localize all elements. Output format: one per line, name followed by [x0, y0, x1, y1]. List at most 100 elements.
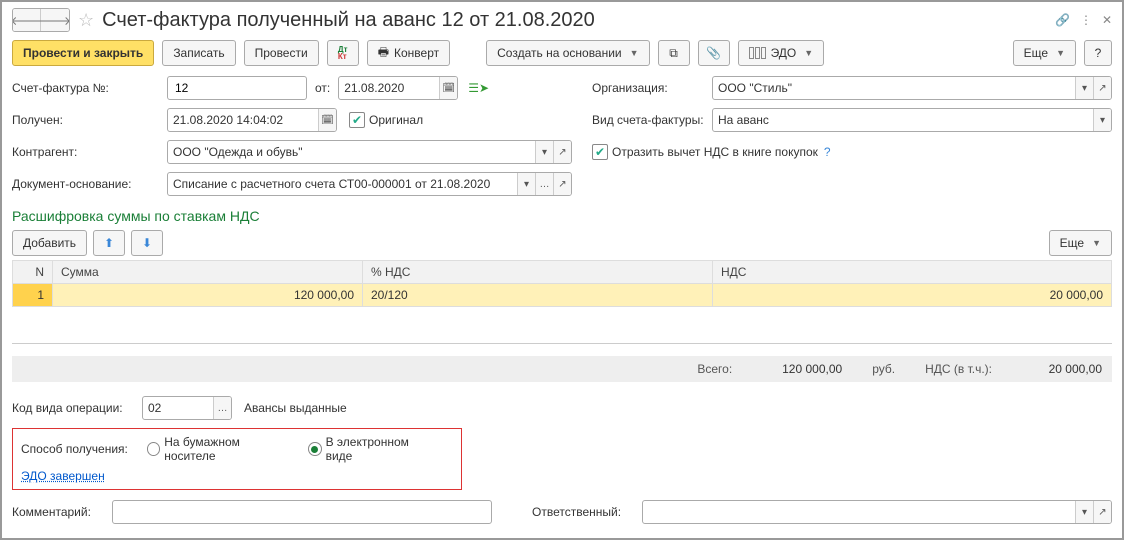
dt-kt-button[interactable]: ДтКт	[327, 40, 359, 66]
post-button[interactable]: Провести	[244, 40, 319, 66]
delivery-paper-radio[interactable]: На бумажном носителе	[147, 435, 290, 463]
responsible-input[interactable]: ▾ ↗	[642, 500, 1112, 524]
type-input[interactable]: На аванс ▾	[712, 108, 1112, 132]
delivery-method-box: Способ получения: На бумажном носителе В…	[12, 428, 462, 490]
total-value: 120 000,00	[762, 362, 842, 376]
favorite-icon[interactable]: ☆	[78, 10, 94, 31]
col-n[interactable]: N	[13, 261, 53, 284]
col-rate[interactable]: % НДС	[363, 261, 713, 284]
apply-icon[interactable]: ☰➤	[468, 81, 489, 95]
number-input[interactable]	[167, 76, 307, 100]
cell-sum[interactable]: 120 000,00	[53, 284, 363, 307]
col-sum[interactable]: Сумма	[53, 261, 363, 284]
more-button[interactable]: Еще▼	[1013, 40, 1076, 66]
paperclip-icon: 📎	[706, 46, 721, 60]
open-icon[interactable]: ↗	[1093, 501, 1111, 523]
convert-label: Конверт	[394, 46, 439, 60]
received-input[interactable]: 21.08.2020 14:04:02 🗓	[167, 108, 337, 132]
received-label: Получен:	[12, 113, 167, 127]
delivery-electronic-radio[interactable]: В электронном виде	[308, 435, 435, 463]
edo-done-link[interactable]: ЭДО завершен	[21, 469, 105, 483]
from-date-value: 21.08.2020	[339, 77, 439, 99]
vat-total-label: НДС (в т.ч.):	[925, 362, 992, 376]
save-button[interactable]: Записать	[162, 40, 235, 66]
link-icon[interactable]: 🔗	[1055, 13, 1070, 27]
help-icon[interactable]: ?	[824, 145, 831, 159]
counterparty-value: ООО "Одежда и обувь"	[168, 141, 535, 163]
counterparty-input[interactable]: ООО "Одежда и обувь" ▾ ↗	[167, 140, 572, 164]
ellipsis-icon[interactable]: …	[213, 397, 231, 419]
form: Счет-фактура №: от: 21.08.2020 🗓 ☰➤ Полу…	[12, 76, 1112, 204]
kebab-icon[interactable]: ⋮	[1080, 13, 1092, 27]
edo-button[interactable]: ЭДО▼	[738, 40, 825, 66]
delivery-electronic-label: В электронном виде	[326, 435, 435, 463]
table-more-button[interactable]: Еще▼	[1049, 230, 1112, 256]
more-label: Еще	[1024, 46, 1048, 60]
calendar-icon[interactable]: 🗓	[439, 77, 457, 99]
original-checkbox[interactable]	[349, 112, 365, 128]
op-code-input[interactable]: 02 …	[142, 396, 232, 420]
titlebar: 🡐 🡒 ☆ Счет-фактура полученный на аванс 1…	[12, 8, 1112, 32]
type-value: На аванс	[713, 109, 1093, 131]
chevron-down-icon[interactable]: ▾	[517, 173, 535, 195]
back-button[interactable]: 🡐	[13, 9, 41, 31]
move-down-button[interactable]: ⬇	[131, 230, 163, 256]
vat-total-value: 20 000,00	[1022, 362, 1102, 376]
chevron-down-icon[interactable]: ▾	[535, 141, 553, 163]
convert-button[interactable]: 🖶 Конверт	[367, 40, 450, 66]
add-row-button[interactable]: Добавить	[12, 230, 87, 256]
title-right-controls: 🔗 ⋮ ✕	[1055, 13, 1112, 27]
section-title: Расшифровка суммы по ставкам НДС	[12, 208, 1112, 224]
chevron-down-icon[interactable]: ▾	[1075, 501, 1093, 523]
create-based-label: Создать на основании	[497, 46, 622, 60]
reflect-vat-checkbox[interactable]	[592, 144, 608, 160]
edo-icon	[749, 47, 766, 59]
col-vat[interactable]: НДС	[713, 261, 1112, 284]
related-icon: ⧉	[669, 46, 678, 61]
from-label: от:	[315, 81, 330, 95]
calendar-icon[interactable]: 🗓	[318, 109, 336, 131]
comment-label: Комментарий:	[12, 505, 112, 519]
page-title: Счет-фактура полученный на аванс 12 от 2…	[102, 9, 595, 32]
open-icon[interactable]: ↗	[553, 141, 571, 163]
create-based-button[interactable]: Создать на основании▼	[486, 40, 649, 66]
table-more-label: Еще	[1060, 236, 1084, 250]
op-code-label: Код вида операции:	[12, 401, 142, 415]
close-icon[interactable]: ✕	[1102, 13, 1112, 27]
table-toolbar: Добавить ⬆ ⬇ Еще▼	[12, 230, 1112, 256]
org-input[interactable]: ООО "Стиль" ▾ ↗	[712, 76, 1112, 100]
chevron-down-icon[interactable]: ▾	[1075, 77, 1093, 99]
ellipsis-icon[interactable]: …	[535, 173, 553, 195]
from-date-input[interactable]: 21.08.2020 🗓	[338, 76, 458, 100]
number-label: Счет-фактура №:	[12, 81, 167, 95]
totals-bar: Всего: 120 000,00 руб. НДС (в т.ч.): 20 …	[12, 356, 1112, 382]
comment-input[interactable]	[112, 500, 492, 524]
delivery-paper-label: На бумажном носителе	[164, 435, 290, 463]
counterparty-label: Контрагент:	[12, 145, 167, 159]
help-button[interactable]: ?	[1084, 40, 1112, 66]
type-label: Вид счета-фактуры:	[592, 113, 712, 127]
edo-label: ЭДО	[771, 46, 797, 60]
original-label: Оригинал	[369, 113, 423, 127]
open-icon[interactable]: ↗	[1093, 77, 1111, 99]
radio-icon	[308, 442, 322, 456]
open-icon[interactable]: ↗	[553, 173, 571, 195]
basis-input[interactable]: Списание с расчетного счета СТ00-000001 …	[167, 172, 572, 196]
chevron-down-icon[interactable]: ▾	[1093, 109, 1111, 131]
basis-value: Списание с расчетного счета СТ00-000001 …	[168, 173, 517, 195]
related-button[interactable]: ⧉	[658, 40, 690, 66]
table-row[interactable]: 1 120 000,00 20/120 20 000,00	[13, 284, 1112, 307]
window: 🡐 🡒 ☆ Счет-фактура полученный на аванс 1…	[0, 0, 1124, 540]
post-and-close-button[interactable]: Провести и закрыть	[12, 40, 154, 66]
forward-button[interactable]: 🡒	[41, 9, 69, 31]
cell-n: 1	[13, 284, 53, 307]
org-value: ООО "Стиль"	[713, 77, 1075, 99]
cell-vat[interactable]: 20 000,00	[713, 284, 1112, 307]
attach-button[interactable]: 📎	[698, 40, 730, 66]
toolbar: Провести и закрыть Записать Провести ДтК…	[12, 40, 1112, 66]
vat-table: N Сумма % НДС НДС 1 120 000,00 20/120 20…	[12, 260, 1112, 344]
org-label: Организация:	[592, 81, 712, 95]
responsible-label: Ответственный:	[532, 505, 642, 519]
move-up-button[interactable]: ⬆	[93, 230, 125, 256]
cell-rate[interactable]: 20/120	[363, 284, 713, 307]
